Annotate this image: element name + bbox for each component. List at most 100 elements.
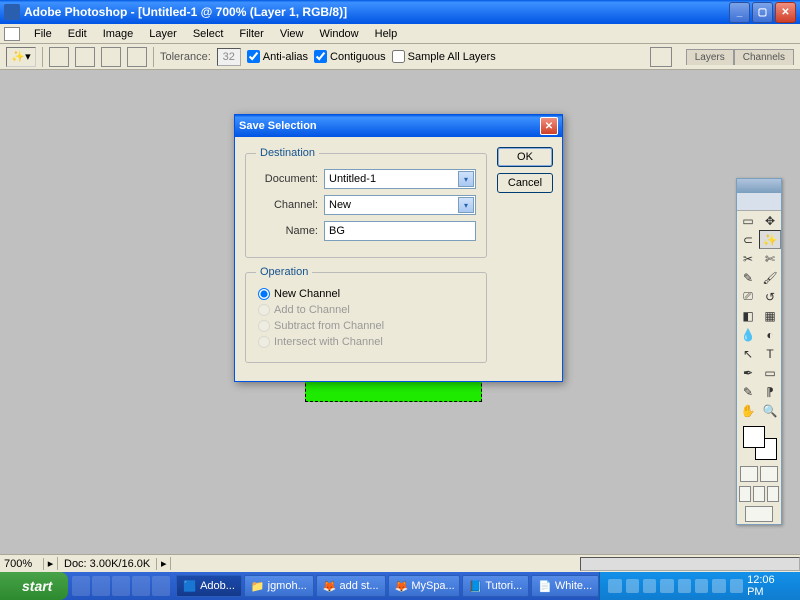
tab-layers[interactable]: Layers	[686, 49, 734, 65]
history-brush-tool[interactable]: ↺	[759, 287, 781, 306]
type-tool[interactable]: T	[759, 344, 781, 363]
options-bar: ✨▾ Tolerance: Anti-alias Contiguous Samp…	[0, 44, 800, 70]
close-button[interactable]: ✕	[775, 2, 796, 23]
lasso-tool[interactable]: ⊂	[737, 230, 759, 249]
sample-all-layers-checkbox[interactable]: Sample All Layers	[392, 50, 496, 63]
quickmask-mode-button[interactable]	[760, 466, 778, 482]
notes-tool[interactable]: ✎	[737, 382, 759, 401]
status-popup-button[interactable]: ▸	[157, 557, 171, 570]
tray-icon[interactable]	[643, 579, 656, 593]
operation-group: Operation New Channel Add to Channel Sub…	[245, 266, 487, 363]
tools-palette[interactable]: ▭✥ ⊂✨ ✂✄ ✎🖌 ⎚↺ ◧▦ 💧◐ ↖T ✒▭ ✎⁋ ✋🔍	[736, 178, 782, 525]
menu-view[interactable]: View	[272, 26, 312, 42]
contiguous-checkbox[interactable]: Contiguous	[314, 50, 386, 63]
quick-launch-item[interactable]	[92, 576, 110, 596]
dialog-close-button[interactable]: ✕	[540, 117, 558, 135]
channel-dropdown[interactable]: New▾	[324, 195, 476, 215]
tray-icon[interactable]	[660, 579, 673, 593]
tray-clock[interactable]: 12:06 PM	[747, 574, 792, 598]
channel-label: Channel:	[256, 199, 318, 211]
clone-stamp-tool[interactable]: ⎚	[737, 287, 759, 306]
palette-well-button[interactable]	[650, 47, 672, 67]
pen-tool[interactable]: ✒	[737, 363, 759, 382]
brush-tool[interactable]: 🖌	[759, 268, 781, 287]
tray-icon[interactable]	[608, 579, 621, 593]
selection-new-button[interactable]	[49, 47, 69, 67]
tolerance-label: Tolerance:	[160, 51, 211, 63]
document-icon	[4, 27, 20, 41]
taskbar-window[interactable]: 📄White...	[531, 575, 599, 597]
operation-legend: Operation	[256, 266, 312, 278]
toolbox-titlebar[interactable]	[737, 179, 781, 193]
status-menu-button[interactable]: ▸	[44, 557, 58, 570]
menu-layer[interactable]: Layer	[141, 26, 185, 42]
taskbar-window[interactable]: 📘Tutori...	[462, 575, 530, 597]
tray-icon[interactable]	[678, 579, 691, 593]
cancel-button[interactable]: Cancel	[497, 173, 553, 193]
gradient-tool[interactable]: ▦	[759, 306, 781, 325]
tray-icon[interactable]	[695, 579, 708, 593]
selection-intersect-button[interactable]	[127, 47, 147, 67]
tool-preset-picker[interactable]: ✨▾	[6, 47, 36, 67]
quick-launch-item[interactable]	[72, 576, 90, 596]
menu-select[interactable]: Select	[185, 26, 232, 42]
screen-full-menu-button[interactable]	[753, 486, 765, 502]
move-tool[interactable]: ✥	[759, 211, 781, 230]
tray-icon[interactable]	[626, 579, 639, 593]
menu-image[interactable]: Image	[95, 26, 142, 42]
maximize-button[interactable]: ▢	[752, 2, 773, 23]
quick-launch-item[interactable]	[152, 576, 170, 596]
quick-launch	[72, 576, 170, 596]
document-size-info[interactable]: Doc: 3.00K/16.0K	[58, 558, 157, 570]
path-selection-tool[interactable]: ↖	[737, 344, 759, 363]
tray-icon[interactable]	[712, 579, 725, 593]
tray-icon[interactable]	[730, 579, 743, 593]
quick-launch-item[interactable]	[112, 576, 130, 596]
tab-channels[interactable]: Channels	[734, 49, 794, 65]
zoom-level-input[interactable]: 700%	[0, 558, 44, 570]
dialog-titlebar[interactable]: Save Selection ✕	[235, 115, 562, 137]
screen-standard-button[interactable]	[739, 486, 751, 502]
tolerance-input[interactable]	[217, 48, 241, 66]
dodge-tool[interactable]: ◐	[759, 325, 781, 344]
name-input[interactable]	[324, 221, 476, 241]
radio-new-channel[interactable]: New Channel	[256, 288, 476, 300]
selection-subtract-button[interactable]	[101, 47, 121, 67]
horizontal-scrollbar[interactable]	[580, 557, 800, 571]
foreground-color-swatch[interactable]	[743, 426, 765, 448]
shape-tool[interactable]: ▭	[759, 363, 781, 382]
blur-tool[interactable]: 💧	[737, 325, 759, 344]
eraser-tool[interactable]: ◧	[737, 306, 759, 325]
jump-to-imageready-button[interactable]	[745, 506, 773, 522]
taskbar-windows: 🟦Adob... 📁jgmoh... 🦊add st... 🦊MySpa... …	[176, 575, 599, 597]
menu-filter[interactable]: Filter	[231, 26, 271, 42]
standard-mode-button[interactable]	[740, 466, 758, 482]
hand-tool[interactable]: ✋	[737, 401, 759, 420]
save-selection-dialog: Save Selection ✕ Destination Document: U…	[234, 114, 563, 382]
taskbar-window[interactable]: 🦊add st...	[316, 575, 386, 597]
slice-tool[interactable]: ✄	[759, 249, 781, 268]
marquee-tool[interactable]: ▭	[737, 211, 759, 230]
document-dropdown[interactable]: Untitled-1▾	[324, 169, 476, 189]
menu-window[interactable]: Window	[312, 26, 367, 42]
healing-brush-tool[interactable]: ✎	[737, 268, 759, 287]
menu-edit[interactable]: Edit	[60, 26, 95, 42]
antialias-checkbox[interactable]: Anti-alias	[247, 50, 308, 63]
taskbar-window[interactable]: 🦊MySpa...	[388, 575, 460, 597]
taskbar-window[interactable]: 📁jgmoh...	[244, 575, 314, 597]
screen-full-button[interactable]	[767, 486, 779, 502]
eyedropper-tool[interactable]: ⁋	[759, 382, 781, 401]
menu-help[interactable]: Help	[367, 26, 406, 42]
photoshop-logo-icon	[4, 4, 20, 20]
quick-launch-item[interactable]	[132, 576, 150, 596]
zoom-tool[interactable]: 🔍	[759, 401, 781, 420]
minimize-button[interactable]: _	[729, 2, 750, 23]
ok-button[interactable]: OK	[497, 147, 553, 167]
crop-tool[interactable]: ✂	[737, 249, 759, 268]
magic-wand-tool[interactable]: ✨	[759, 230, 781, 249]
selection-add-button[interactable]	[75, 47, 95, 67]
menu-file[interactable]: File	[26, 26, 60, 42]
start-button[interactable]: start	[0, 572, 68, 600]
app-titlebar: Adobe Photoshop - [Untitled-1 @ 700% (La…	[0, 0, 800, 24]
taskbar-window[interactable]: 🟦Adob...	[176, 575, 242, 597]
